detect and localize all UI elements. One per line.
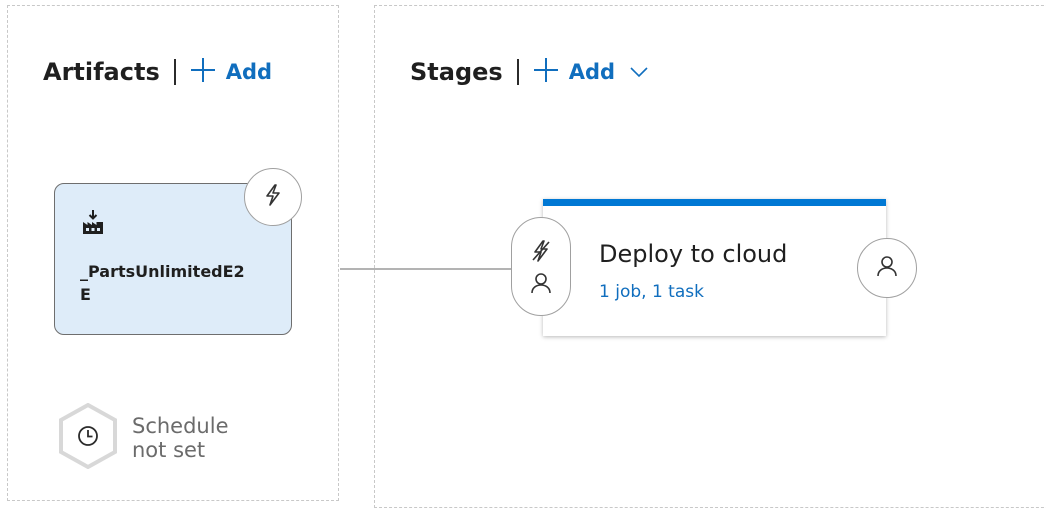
stage-tasks-link[interactable]: 1 job, 1 task — [599, 282, 704, 302]
approver-icon — [876, 254, 898, 282]
artifact-name: _PartsUnlimitedE2 E — [80, 260, 245, 306]
artifact-name-line1: _PartsUnlimitedE2 — [80, 262, 245, 281]
divider — [173, 59, 176, 85]
add-artifact-button[interactable]: Add — [188, 55, 272, 89]
divider — [516, 59, 519, 85]
stages-title: Stages — [410, 58, 503, 86]
stage-name: Deploy to cloud — [599, 240, 788, 268]
build-artifact-icon — [81, 209, 105, 239]
schedule-trigger[interactable]: Schedule not set — [58, 402, 229, 473]
artifacts-title: Artifacts — [43, 58, 160, 86]
add-stage-button[interactable]: Add — [531, 55, 649, 89]
plus-icon — [531, 55, 561, 89]
stage-card[interactable]: Deploy to cloud 1 job, 1 task — [543, 199, 886, 336]
plus-icon — [188, 55, 218, 89]
chevron-down-icon[interactable] — [629, 66, 649, 78]
add-stage-label: Add — [568, 60, 616, 84]
artifacts-header: Artifacts Add — [43, 55, 272, 89]
lightning-icon — [262, 183, 284, 211]
schedule-label-line1: Schedule — [132, 414, 229, 438]
lightning-disabled-icon[interactable] — [530, 239, 552, 263]
schedule-label: Schedule not set — [132, 414, 229, 462]
continuous-deployment-trigger-button[interactable] — [244, 168, 302, 226]
schedule-label-line2: not set — [132, 438, 206, 462]
clock-icon — [58, 402, 118, 473]
post-deployment-conditions-button[interactable] — [857, 238, 917, 298]
pre-deployment-conditions — [511, 217, 571, 316]
approver-icon[interactable] — [530, 271, 552, 295]
stages-header: Stages Add — [410, 55, 649, 89]
add-artifact-label: Add — [225, 60, 273, 84]
artifact-name-line2: E — [80, 285, 91, 304]
